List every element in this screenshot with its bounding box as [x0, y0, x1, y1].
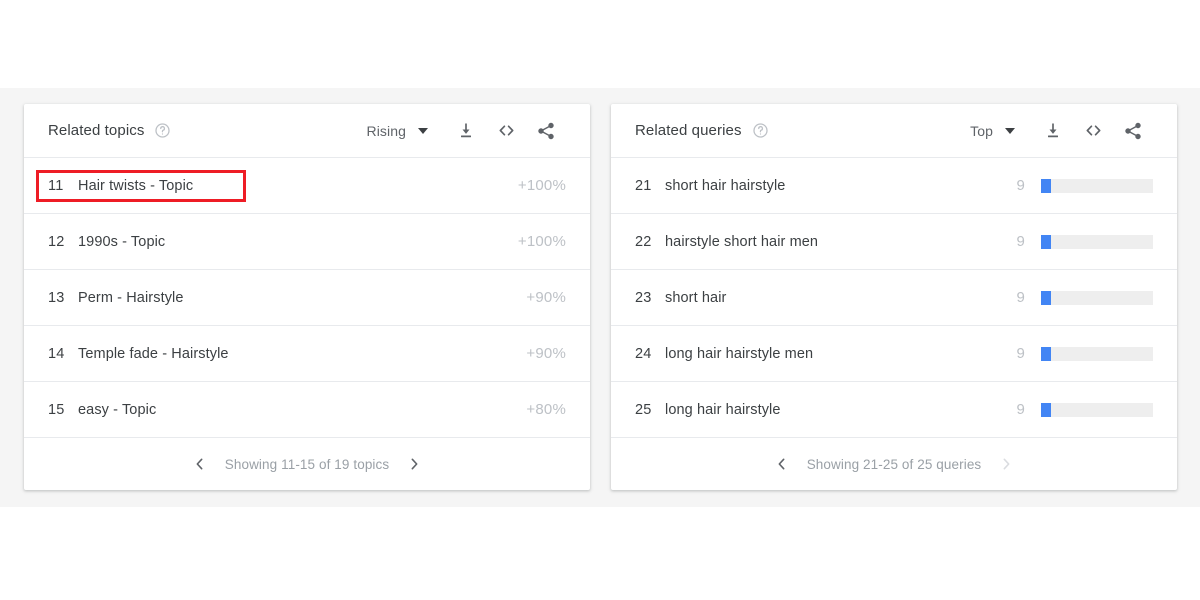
table-row[interactable]: 11 Hair twists - Topic +100% — [24, 158, 590, 214]
value-bar-fill — [1041, 234, 1052, 249]
value-bar — [1041, 234, 1153, 249]
related-topics-list: 11 Hair twists - Topic +100% 12 1990s - … — [24, 158, 590, 438]
download-icon[interactable] — [1033, 111, 1073, 151]
sort-select-value: Rising — [366, 122, 406, 139]
pagination-label: Showing 11-15 of 19 topics — [224, 456, 390, 472]
table-row[interactable]: 24 long hair hairstyle men 9 — [611, 326, 1177, 382]
card-header-actions: Top — [970, 111, 1153, 151]
value-bar-fill — [1041, 346, 1052, 361]
row-rank: 13 — [48, 289, 65, 306]
row-rank: 14 — [48, 345, 65, 362]
card-header: Related topics Rising — [24, 104, 590, 158]
row-label: Hair twists - Topic — [78, 177, 194, 194]
download-icon[interactable] — [446, 111, 486, 151]
row-value: +90% — [526, 345, 566, 362]
card-header-left: Related queries — [635, 122, 769, 139]
row-value: 9 — [1016, 401, 1025, 418]
card-header: Related queries Top — [611, 104, 1177, 158]
table-row[interactable]: 15 easy - Topic +80% — [24, 382, 590, 438]
row-label: easy - Topic — [78, 401, 157, 418]
chevron-left-icon[interactable] — [189, 453, 211, 475]
row-value: 9 — [1016, 345, 1025, 362]
chevron-down-icon — [418, 127, 428, 134]
chevron-down-icon — [1005, 127, 1015, 134]
value-bar — [1041, 178, 1153, 193]
page-title: Related topics — [48, 122, 145, 139]
chevron-right-icon — [995, 453, 1017, 475]
embed-code-icon[interactable] — [486, 111, 526, 151]
share-icon[interactable] — [526, 111, 566, 151]
value-bar-fill — [1041, 290, 1052, 305]
table-row[interactable]: 23 short hair 9 — [611, 270, 1177, 326]
row-label: long hair hairstyle — [665, 401, 781, 418]
cards-container: Related topics Rising 11 Hair twists - T… — [24, 104, 1177, 490]
row-label: 1990s - Topic — [78, 233, 166, 250]
row-value: 9 — [1016, 177, 1025, 194]
row-rank: 21 — [635, 177, 652, 194]
row-value: +100% — [517, 177, 566, 194]
table-row[interactable]: 25 long hair hairstyle 9 — [611, 382, 1177, 438]
row-rank: 22 — [635, 233, 652, 250]
page-root: Related topics Rising 11 Hair twists - T… — [0, 0, 1200, 600]
related-queries-card: Related queries Top 21 short hair hairst… — [611, 104, 1177, 490]
row-label: hairstyle short hair men — [665, 233, 819, 250]
row-label: long hair hairstyle men — [665, 345, 814, 362]
card-header-left: Related topics — [48, 122, 171, 139]
value-bar — [1041, 402, 1153, 417]
sort-select-value: Top — [970, 122, 993, 139]
row-rank: 24 — [635, 345, 652, 362]
value-bar — [1041, 346, 1153, 361]
help-circle-icon[interactable] — [752, 122, 769, 139]
value-bar-fill — [1041, 178, 1052, 193]
card-header-actions: Rising — [366, 111, 566, 151]
row-value: +80% — [526, 401, 566, 418]
row-label: short hair hairstyle — [665, 177, 786, 194]
table-row[interactable]: 22 hairstyle short hair men 9 — [611, 214, 1177, 270]
share-icon[interactable] — [1113, 111, 1153, 151]
table-row[interactable]: 14 Temple fade - Hairstyle +90% — [24, 326, 590, 382]
help-circle-icon[interactable] — [154, 122, 171, 139]
row-value: 9 — [1016, 289, 1025, 306]
row-label: Temple fade - Hairstyle — [78, 345, 229, 362]
related-topics-card: Related topics Rising 11 Hair twists - T… — [24, 104, 590, 490]
row-rank: 11 — [48, 177, 64, 194]
row-value: +90% — [526, 289, 566, 306]
value-bar-fill — [1041, 402, 1052, 417]
page-title: Related queries — [635, 122, 742, 139]
value-bar — [1041, 290, 1153, 305]
row-rank: 15 — [48, 401, 65, 418]
pagination-label: Showing 21-25 of 25 queries — [806, 456, 982, 472]
row-label: Perm - Hairstyle — [78, 289, 184, 306]
table-row[interactable]: 21 short hair hairstyle 9 — [611, 158, 1177, 214]
embed-code-icon[interactable] — [1073, 111, 1113, 151]
sort-select-rising[interactable]: Rising — [366, 123, 446, 139]
sort-select-top[interactable]: Top — [970, 123, 1033, 139]
chevron-right-icon[interactable] — [403, 453, 425, 475]
related-queries-list: 21 short hair hairstyle 9 22 hairstyle s… — [611, 158, 1177, 438]
pagination: Showing 11-15 of 19 topics — [24, 438, 590, 490]
pagination: Showing 21-25 of 25 queries — [611, 438, 1177, 490]
table-row[interactable]: 13 Perm - Hairstyle +90% — [24, 270, 590, 326]
row-rank: 25 — [635, 401, 652, 418]
row-rank: 12 — [48, 233, 65, 250]
row-label: short hair — [665, 289, 727, 306]
row-rank: 23 — [635, 289, 652, 306]
chevron-left-icon[interactable] — [771, 453, 793, 475]
table-row[interactable]: 12 1990s - Topic +100% — [24, 214, 590, 270]
row-value: +100% — [517, 233, 566, 250]
row-value: 9 — [1016, 233, 1025, 250]
